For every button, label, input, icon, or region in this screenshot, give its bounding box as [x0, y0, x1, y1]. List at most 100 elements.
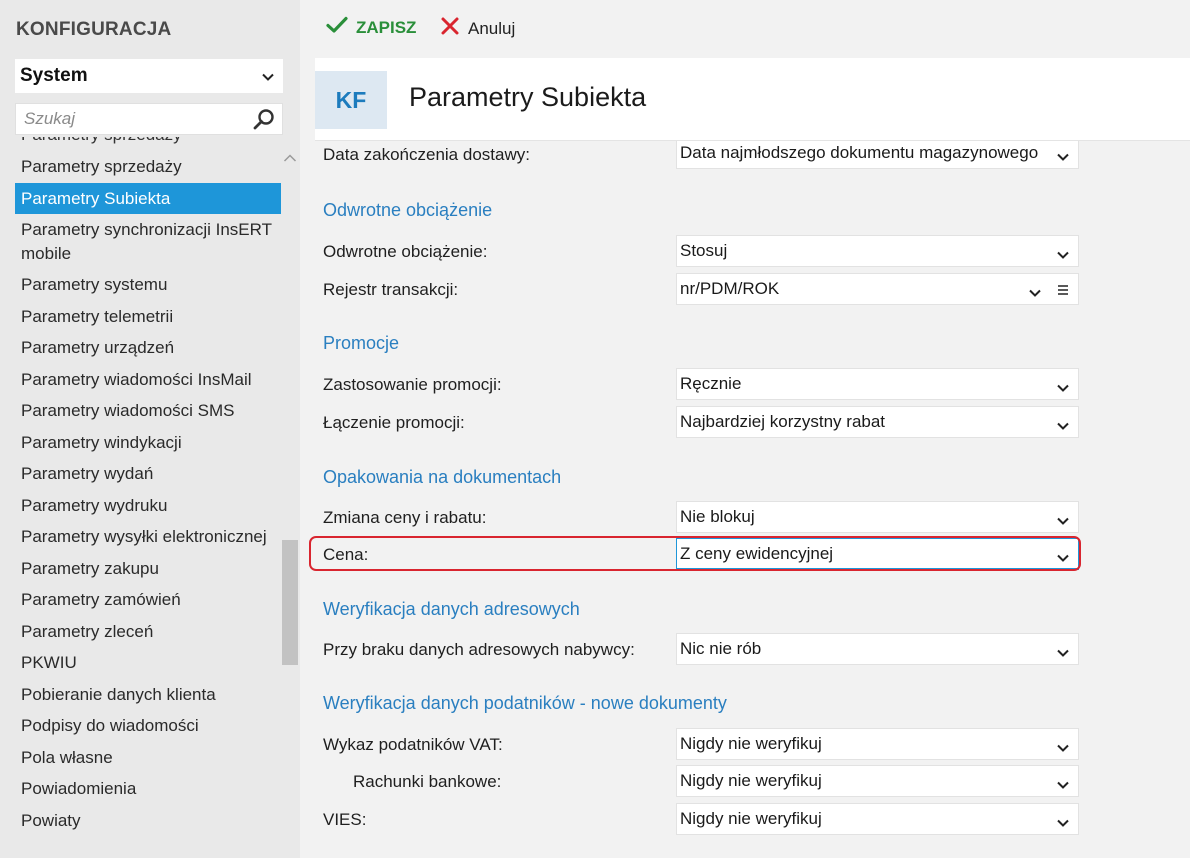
search-input[interactable] — [16, 104, 236, 134]
dropdown-value: Stosuj — [680, 241, 728, 260]
laczenie-promocji-dropdown[interactable]: Najbardziej korzystny rabat — [676, 406, 1079, 438]
setting-label: Zastosowanie promocji: — [323, 375, 502, 394]
chevron-down-icon — [1056, 512, 1070, 532]
sidebar-items: Parametry sprzedaży Parametry Subiekta Par… — [15, 151, 281, 836]
search-icon[interactable] — [252, 108, 276, 137]
section-title-opakowania: Opakowania na dokumentach — [323, 467, 562, 487]
cancel-label: Anuluj — [468, 18, 516, 38]
chevron-down-icon — [1056, 814, 1070, 834]
dropdown-value: Nigdy nie weryfikuj — [680, 734, 822, 753]
sidebar-item[interactable]: Parametry urządzeń — [15, 332, 281, 364]
wykaz-podatnikow-dropdown[interactable]: Nigdy nie weryfikuj — [676, 728, 1079, 760]
chevron-down-icon — [1056, 776, 1070, 796]
dropdown-value: Ręcznie — [680, 374, 742, 393]
dropdown-value: Nigdy nie weryfikuj — [680, 809, 822, 828]
chevron-down-icon — [1028, 284, 1042, 304]
setting-row-odwrotne-obciazenie: Odwrotne obciążenie: Stosuj — [300, 235, 1190, 267]
section-title-odwrotne-obciazenie: Odwrotne obciążenie — [323, 200, 493, 220]
setting-label: Cena: — [323, 545, 369, 564]
setting-label: VIES: — [323, 810, 367, 829]
sidebar-item[interactable]: Parametry synchronizacji InsERT mobile — [15, 214, 281, 269]
dropdown-value: nr/PDM/ROK — [680, 279, 780, 298]
sidebar-item[interactable]: Pobieranie danych klienta — [15, 679, 281, 711]
chevron-down-icon — [261, 68, 275, 90]
setting-label: Data zakończenia dostawy: — [323, 145, 530, 164]
dropdown-value: Data najmłodszego dokumentu magazynowego — [680, 143, 1039, 162]
sidebar-item[interactable]: Parametry wydań — [15, 458, 281, 490]
sidebar-item-clipped: Parametry sprzedaży — [21, 137, 221, 145]
sidebar-scrollbar-thumb[interactable] — [282, 540, 298, 665]
setting-row-cena: Cena: Z ceny ewidencyjnej — [300, 538, 1190, 570]
setting-row-zastosowanie-promocji: Zastosowanie promocji: Ręcznie — [300, 368, 1190, 400]
dropdown-value: Nie blokuj — [680, 507, 755, 526]
dropdown-value: Nigdy nie weryfikuj — [680, 771, 822, 790]
sidebar-item[interactable]: Parametry wydruku — [15, 490, 281, 522]
zastosowanie-promocji-dropdown[interactable]: Ręcznie — [676, 368, 1079, 400]
list-icon[interactable] — [1057, 282, 1069, 302]
setting-row-rejestr-transakcji: Rejestr transakcji: nr/PDM/ROK — [300, 273, 1190, 305]
dropdown-value: Z ceny ewidencyjnej — [680, 543, 834, 563]
module-badge: KF — [315, 71, 387, 129]
sidebar-item[interactable]: Parametry wysyłki elektronicznej — [15, 521, 281, 553]
settings-content: Data zakończenia dostawy: Data najmłodsz… — [300, 141, 1190, 858]
rachunki-bankowe-dropdown[interactable]: Nigdy nie weryfikuj — [676, 765, 1079, 797]
cena-dropdown[interactable]: Z ceny ewidencyjnej — [676, 538, 1079, 570]
cancel-button[interactable]: Anuluj — [440, 16, 515, 41]
rejestr-transakcji-dropdown[interactable]: nr/PDM/ROK — [676, 273, 1079, 305]
setting-label: Zmiana ceny i rabatu: — [323, 508, 487, 527]
setting-label: Przy braku danych adresowych nabywcy: — [323, 640, 635, 659]
setting-label: Rachunki bankowe: — [353, 772, 502, 791]
sidebar-item[interactable]: Powiadomienia — [15, 773, 281, 805]
odwrotne-obciazenie-dropdown[interactable]: Stosuj — [676, 235, 1079, 267]
sidebar-item[interactable]: Parametry zleceń — [15, 616, 281, 648]
module-select-value: System — [20, 65, 88, 86]
close-icon — [440, 16, 460, 41]
chevron-down-icon — [1056, 379, 1070, 399]
sidebar-item[interactable]: Parametry windykacji — [15, 427, 281, 459]
sidebar-item[interactable]: Podpisy do wiadomości — [15, 710, 281, 742]
save-button[interactable]: ZAPISZ — [326, 16, 416, 39]
setting-row-zmiana-ceny: Zmiana ceny i rabatu: Nie blokuj — [300, 501, 1190, 533]
sidebar-item[interactable]: Pola własne — [15, 742, 281, 774]
chevron-down-icon — [1056, 417, 1070, 437]
sidebar-item[interactable]: Parametry zakupu — [15, 553, 281, 585]
setting-row-wykaz-podatnikow: Wykaz podatników VAT: Nigdy nie weryfiku… — [300, 728, 1190, 760]
chevron-down-icon — [1056, 549, 1070, 569]
sidebar: KONFIGURACJA System Parametry sprzedaży … — [0, 0, 300, 858]
chevron-down-icon — [1056, 739, 1070, 759]
setting-label: Rejestr transakcji: — [323, 280, 459, 299]
setting-label: Wykaz podatników VAT: — [323, 735, 503, 754]
setting-row-vies: VIES: Nigdy nie weryfikuj — [300, 803, 1190, 835]
sidebar-item[interactable]: PKWIU — [15, 647, 281, 679]
dropdown-value: Nic nie rób — [680, 639, 762, 658]
sidebar-item[interactable]: Parametry systemu — [15, 269, 281, 301]
sidebar-item[interactable]: Parametry zamówień — [15, 584, 281, 616]
setting-label: Łączenie promocji: — [323, 413, 465, 432]
dropdown-value: Najbardziej korzystny rabat — [680, 412, 886, 431]
chevron-down-icon — [1056, 148, 1070, 168]
setting-row-rachunki-bankowe: Rachunki bankowe: Nigdy nie weryfikuj — [300, 765, 1190, 797]
chevron-down-icon — [1056, 644, 1070, 664]
sidebar-item[interactable]: Parametry wiadomości InsMail — [15, 364, 281, 396]
sidebar-nav-list: Parametry sprzedaży Parametry sprzedażyP… — [15, 137, 281, 858]
sidebar-item[interactable]: Powiaty — [15, 805, 281, 837]
setting-row-laczenie-promocji: Łączenie promocji: Najbardziej korzystny… — [300, 406, 1190, 438]
setting-label: Odwrotne obciążenie: — [323, 242, 488, 261]
sidebar-item[interactable]: Parametry wiadomości SMS — [15, 395, 281, 427]
setting-row-brak-danych-adresowych: Przy braku danych adresowych nabywcy: Ni… — [300, 633, 1190, 665]
sidebar-title: KONFIGURACJA — [16, 19, 172, 40]
data-zakonczenia-dropdown[interactable]: Data najmłodszego dokumentu magazynowego — [676, 141, 1079, 169]
module-select[interactable]: System — [15, 59, 283, 93]
section-title-weryfikacja-podatnikow: Weryfikacja danych podatników - nowe dok… — [323, 693, 727, 713]
sidebar-item[interactable]: Parametry Subiekta — [15, 182, 281, 214]
zmiana-ceny-dropdown[interactable]: Nie blokuj — [676, 501, 1079, 533]
search-box — [15, 103, 283, 135]
brak-danych-adresowych-dropdown[interactable]: Nic nie rób — [676, 633, 1079, 665]
toolbar: ZAPISZ Anuluj — [300, 0, 1190, 58]
sidebar-item[interactable]: Parametry telemetrii — [15, 301, 281, 333]
chevron-up-icon[interactable] — [283, 148, 297, 168]
sidebar-item[interactable]: Parametry sprzedaży — [15, 151, 281, 183]
vies-dropdown[interactable]: Nigdy nie weryfikuj — [676, 803, 1079, 835]
setting-row-data-zakonczenia: Data zakończenia dostawy: Data najmłodsz… — [300, 141, 1190, 171]
section-title-weryfikacja-adresowych: Weryfikacja danych adresowych — [323, 599, 580, 619]
